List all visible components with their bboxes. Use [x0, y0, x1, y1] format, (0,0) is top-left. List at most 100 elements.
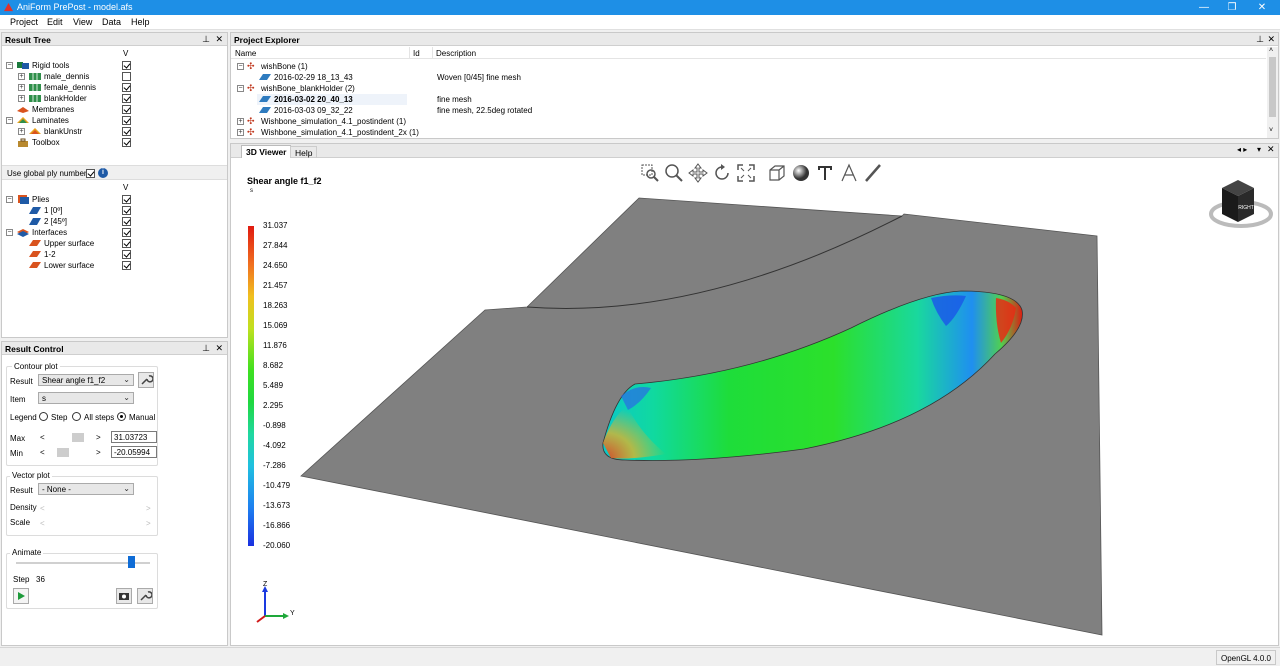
column-description[interactable]: Description	[436, 49, 476, 58]
visibility-checkbox[interactable]	[122, 105, 131, 114]
visibility-checkbox[interactable]	[122, 138, 131, 147]
collapse-icon[interactable]: −	[6, 117, 13, 124]
menu-edit[interactable]: Edit	[47, 17, 63, 27]
expand-icon[interactable]: +	[237, 118, 244, 125]
visibility-checkbox[interactable]	[122, 61, 131, 70]
min-decrease-button[interactable]: <	[40, 448, 45, 457]
menu-project[interactable]: Project	[10, 17, 38, 27]
explorer-row[interactable]: + ✣ Wishbone_simulation_4.1_postindent (…	[231, 116, 1266, 127]
visibility-checkbox[interactable]	[122, 195, 131, 204]
tree-item-plies[interactable]: − Plies	[2, 194, 227, 205]
legend-step-radio[interactable]	[39, 412, 48, 421]
menu-data[interactable]: Data	[102, 17, 121, 27]
explorer-scrollbar[interactable]: ˄ ˅	[1267, 47, 1278, 138]
visibility-checkbox[interactable]	[122, 94, 131, 103]
visibility-checkbox[interactable]	[122, 72, 131, 81]
legend-manual-radio[interactable]	[117, 412, 126, 421]
density-decrease-button[interactable]: <	[40, 504, 45, 513]
project-icon: ✣	[247, 127, 255, 137]
global-ply-checkbox[interactable]	[86, 169, 95, 178]
legend-all-steps-radio[interactable]	[72, 412, 81, 421]
vector-result-select[interactable]: - None - ⌄	[38, 483, 134, 495]
visibility-checkbox[interactable]	[122, 250, 131, 259]
scroll-down-icon[interactable]: ˅	[1269, 127, 1273, 134]
explorer-row[interactable]: 2016-03-03 09_32_22 fine mesh, 22.5deg r…	[231, 105, 1266, 116]
max-slider-thumb[interactable]	[72, 433, 84, 442]
column-id[interactable]: Id	[413, 49, 420, 58]
collapse-icon[interactable]: −	[237, 85, 244, 92]
tree-item-toolbox[interactable]: Toolbox	[2, 137, 227, 148]
tab-3d-viewer[interactable]: 3D Viewer	[241, 145, 292, 158]
explorer-row-selected[interactable]: 2016-03-02 20_40_13 fine mesh	[231, 94, 1266, 105]
tree-item-ply-1[interactable]: 1 [0º]	[2, 205, 227, 216]
tab-menu-icon[interactable]: ▾	[1257, 145, 1261, 154]
max-decrease-button[interactable]: <	[40, 433, 45, 442]
visibility-checkbox[interactable]	[122, 239, 131, 248]
expand-icon[interactable]: +	[18, 95, 25, 102]
density-increase-button[interactable]: >	[146, 504, 151, 513]
tree-item-interfaces[interactable]: − Interfaces	[2, 227, 227, 238]
explorer-row[interactable]: 2016-02-29 18_13_43 Woven [0/45] fine me…	[231, 72, 1266, 83]
expand-icon[interactable]: +	[237, 129, 244, 136]
explorer-row[interactable]: − ✣ wishBone (1)	[231, 61, 1266, 72]
visibility-checkbox[interactable]	[122, 127, 131, 136]
animate-settings-button[interactable]	[137, 588, 153, 604]
explorer-row[interactable]: − ✣ wishBone_blankHolder (2)	[231, 83, 1266, 94]
min-increase-button[interactable]: >	[96, 448, 101, 457]
tree-item-upper-surface[interactable]: Upper surface	[2, 238, 227, 249]
close-icon[interactable]: ✕	[215, 34, 223, 45]
expand-icon[interactable]: +	[18, 73, 25, 80]
expand-icon[interactable]: +	[18, 128, 25, 135]
visibility-checkbox[interactable]	[122, 228, 131, 237]
collapse-icon[interactable]: −	[6, 229, 13, 236]
visibility-checkbox[interactable]	[122, 116, 131, 125]
close-icon[interactable]: ✕	[215, 343, 223, 354]
tree-item-blankunstr[interactable]: + blankUnstr	[2, 126, 227, 137]
tree-item-membranes[interactable]: Membranes	[2, 104, 227, 115]
collapse-icon[interactable]: −	[6, 196, 13, 203]
collapse-icon[interactable]: −	[237, 63, 244, 70]
pin-icon[interactable]: ⊥	[202, 34, 210, 45]
visibility-checkbox[interactable]	[122, 83, 131, 92]
tab-help[interactable]: Help	[290, 146, 318, 158]
close-icon[interactable]: ✕	[1267, 34, 1275, 45]
menu-help[interactable]: Help	[131, 17, 150, 27]
pin-icon[interactable]: ⊥	[1256, 34, 1264, 45]
expand-icon[interactable]: +	[18, 84, 25, 91]
tree-item-ply-2[interactable]: 2 [45º]	[2, 216, 227, 227]
wrench-button[interactable]	[138, 372, 154, 388]
explorer-row[interactable]: + ✣ Wishbone_simulation_4.1_postindent_2…	[231, 127, 1266, 138]
scroll-up-icon[interactable]: ˄	[1269, 47, 1273, 54]
tree-item-laminates[interactable]: − Laminates	[2, 115, 227, 126]
info-icon[interactable]: i	[98, 168, 108, 178]
max-input[interactable]: 31.03723	[111, 431, 157, 443]
scale-decrease-button[interactable]: <	[40, 519, 45, 528]
snapshot-button[interactable]	[116, 588, 132, 604]
tab-scroll-icon[interactable]: ◂ ▸	[1237, 145, 1247, 154]
play-button[interactable]	[13, 588, 29, 604]
column-name[interactable]: Name	[235, 49, 256, 58]
pin-icon[interactable]: ⊥	[202, 343, 210, 354]
tree-item-male-dennis[interactable]: + male_dennis	[2, 71, 227, 82]
close-button[interactable]: ✕	[1244, 0, 1280, 15]
result-select[interactable]: Shear angle f1_f2 ⌄	[38, 374, 134, 386]
close-icon[interactable]: ✕	[1267, 144, 1275, 155]
visibility-checkbox[interactable]	[122, 217, 131, 226]
tree-item-rigid-tools[interactable]: − Rigid tools	[2, 60, 227, 71]
view-cube[interactable]: RIGHT	[1208, 176, 1274, 232]
item-select[interactable]: s ⌄	[38, 392, 134, 404]
menu-view[interactable]: View	[73, 17, 92, 27]
min-input[interactable]: -20.05994	[111, 446, 157, 458]
visibility-checkbox[interactable]	[122, 261, 131, 270]
animate-slider-thumb[interactable]	[127, 556, 135, 568]
tree-item-interface-1-2[interactable]: 1-2	[2, 249, 227, 260]
min-slider-thumb[interactable]	[57, 448, 69, 457]
tree-item-lower-surface[interactable]: Lower surface	[2, 260, 227, 271]
tree-item-blankholder[interactable]: + blankHolder	[2, 93, 227, 104]
scrollbar-thumb[interactable]	[1269, 57, 1276, 117]
scale-increase-button[interactable]: >	[146, 519, 151, 528]
max-increase-button[interactable]: >	[96, 433, 101, 442]
visibility-checkbox[interactable]	[122, 206, 131, 215]
collapse-icon[interactable]: −	[6, 62, 13, 69]
tree-item-female-dennis[interactable]: + female_dennis	[2, 82, 227, 93]
